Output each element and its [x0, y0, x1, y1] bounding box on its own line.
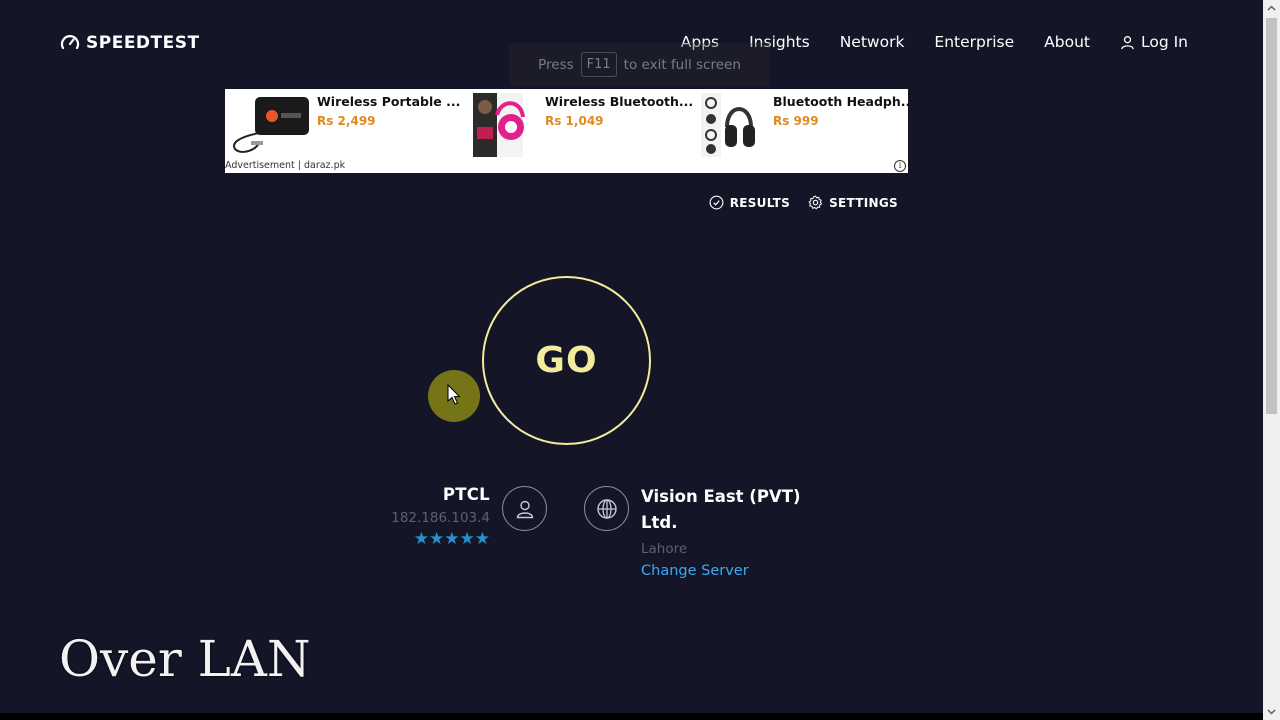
- fullscreen-key: F11: [580, 52, 617, 77]
- ad-item-price: Rs 1,049: [545, 114, 604, 128]
- scroll-down-arrow-icon[interactable]: [1263, 703, 1280, 720]
- settings-label: SETTINGS: [829, 195, 898, 210]
- vertical-scrollbar[interactable]: [1263, 0, 1280, 720]
- ad-info-icon[interactable]: i: [894, 160, 906, 172]
- go-button[interactable]: GO: [482, 276, 651, 445]
- video-caption: Over LAN: [59, 630, 311, 688]
- speedtest-logo[interactable]: SPEEDTEST: [60, 33, 200, 53]
- black-headphones-image: [701, 93, 755, 157]
- ad-item-price: Rs 999: [773, 114, 819, 128]
- isp-name: PTCL: [442, 485, 490, 504]
- user-icon: [1121, 35, 1134, 49]
- nav-about[interactable]: About: [1044, 33, 1090, 51]
- check-circle-icon: [709, 195, 724, 210]
- nav-network[interactable]: Network: [840, 33, 905, 51]
- ad-footer: Advertisement | daraz.pk: [225, 160, 346, 171]
- isp-info: PTCL 182.186.103.4 ★★★★★: [391, 485, 490, 549]
- fullscreen-hint: Press F11 to exit full screen: [509, 43, 770, 86]
- ad-item-title: Wireless Portable ...: [317, 94, 461, 109]
- mouse-pointer-icon: [447, 384, 461, 405]
- settings-button[interactable]: SETTINGS: [808, 195, 898, 210]
- fullscreen-hint-prefix: Press: [538, 56, 574, 73]
- ad-item-price: Rs 2,499: [317, 114, 376, 128]
- gear-icon: [808, 195, 823, 210]
- ad-item-title: Bluetooth Headph...: [773, 94, 915, 109]
- results-settings-bar: RESULTS SETTINGS: [709, 195, 898, 210]
- ad-banner[interactable]: Wireless Portable ... Rs 2,499 Wireless …: [225, 89, 915, 173]
- change-server-link[interactable]: Change Server: [641, 563, 821, 579]
- logo-text: SPEEDTEST: [86, 33, 200, 53]
- ad-item[interactable]: Wireless Bluetooth... Rs 1,049: [457, 93, 693, 157]
- bluetooth-receiver-image: [233, 97, 309, 153]
- isp-ip: 182.186.103.4: [391, 510, 490, 526]
- server-info: Vision East (PVT) Ltd. Lahore Change Ser…: [641, 484, 821, 579]
- ad-item[interactable]: Wireless Portable ... Rs 2,499: [229, 93, 460, 157]
- pink-headphones-image: [473, 93, 525, 157]
- login-link[interactable]: Log In: [1120, 33, 1188, 51]
- globe-icon: [584, 486, 629, 531]
- fullscreen-hint-suffix: to exit full screen: [623, 56, 741, 73]
- scrollbar-thumb[interactable]: [1266, 18, 1277, 414]
- isp-rating-stars[interactable]: ★★★★★: [391, 529, 490, 549]
- speedtest-page: SPEEDTEST Apps Insights Network Enterpri…: [0, 0, 1280, 720]
- server-name: Vision East (PVT) Ltd.: [641, 487, 801, 532]
- ad-item[interactable]: Bluetooth Headph... Rs 999: [685, 93, 915, 157]
- scroll-up-arrow-icon[interactable]: [1263, 0, 1280, 17]
- nav-enterprise[interactable]: Enterprise: [934, 33, 1014, 51]
- bottom-edge: [0, 713, 1263, 720]
- isp-user-icon: [502, 486, 547, 531]
- login-label: Log In: [1140, 33, 1188, 51]
- results-label: RESULTS: [729, 195, 791, 210]
- results-button[interactable]: RESULTS: [709, 195, 790, 210]
- ad-item-title: Wireless Bluetooth...: [545, 94, 694, 109]
- server-location: Lahore: [641, 541, 688, 557]
- gauge-icon: [60, 35, 80, 50]
